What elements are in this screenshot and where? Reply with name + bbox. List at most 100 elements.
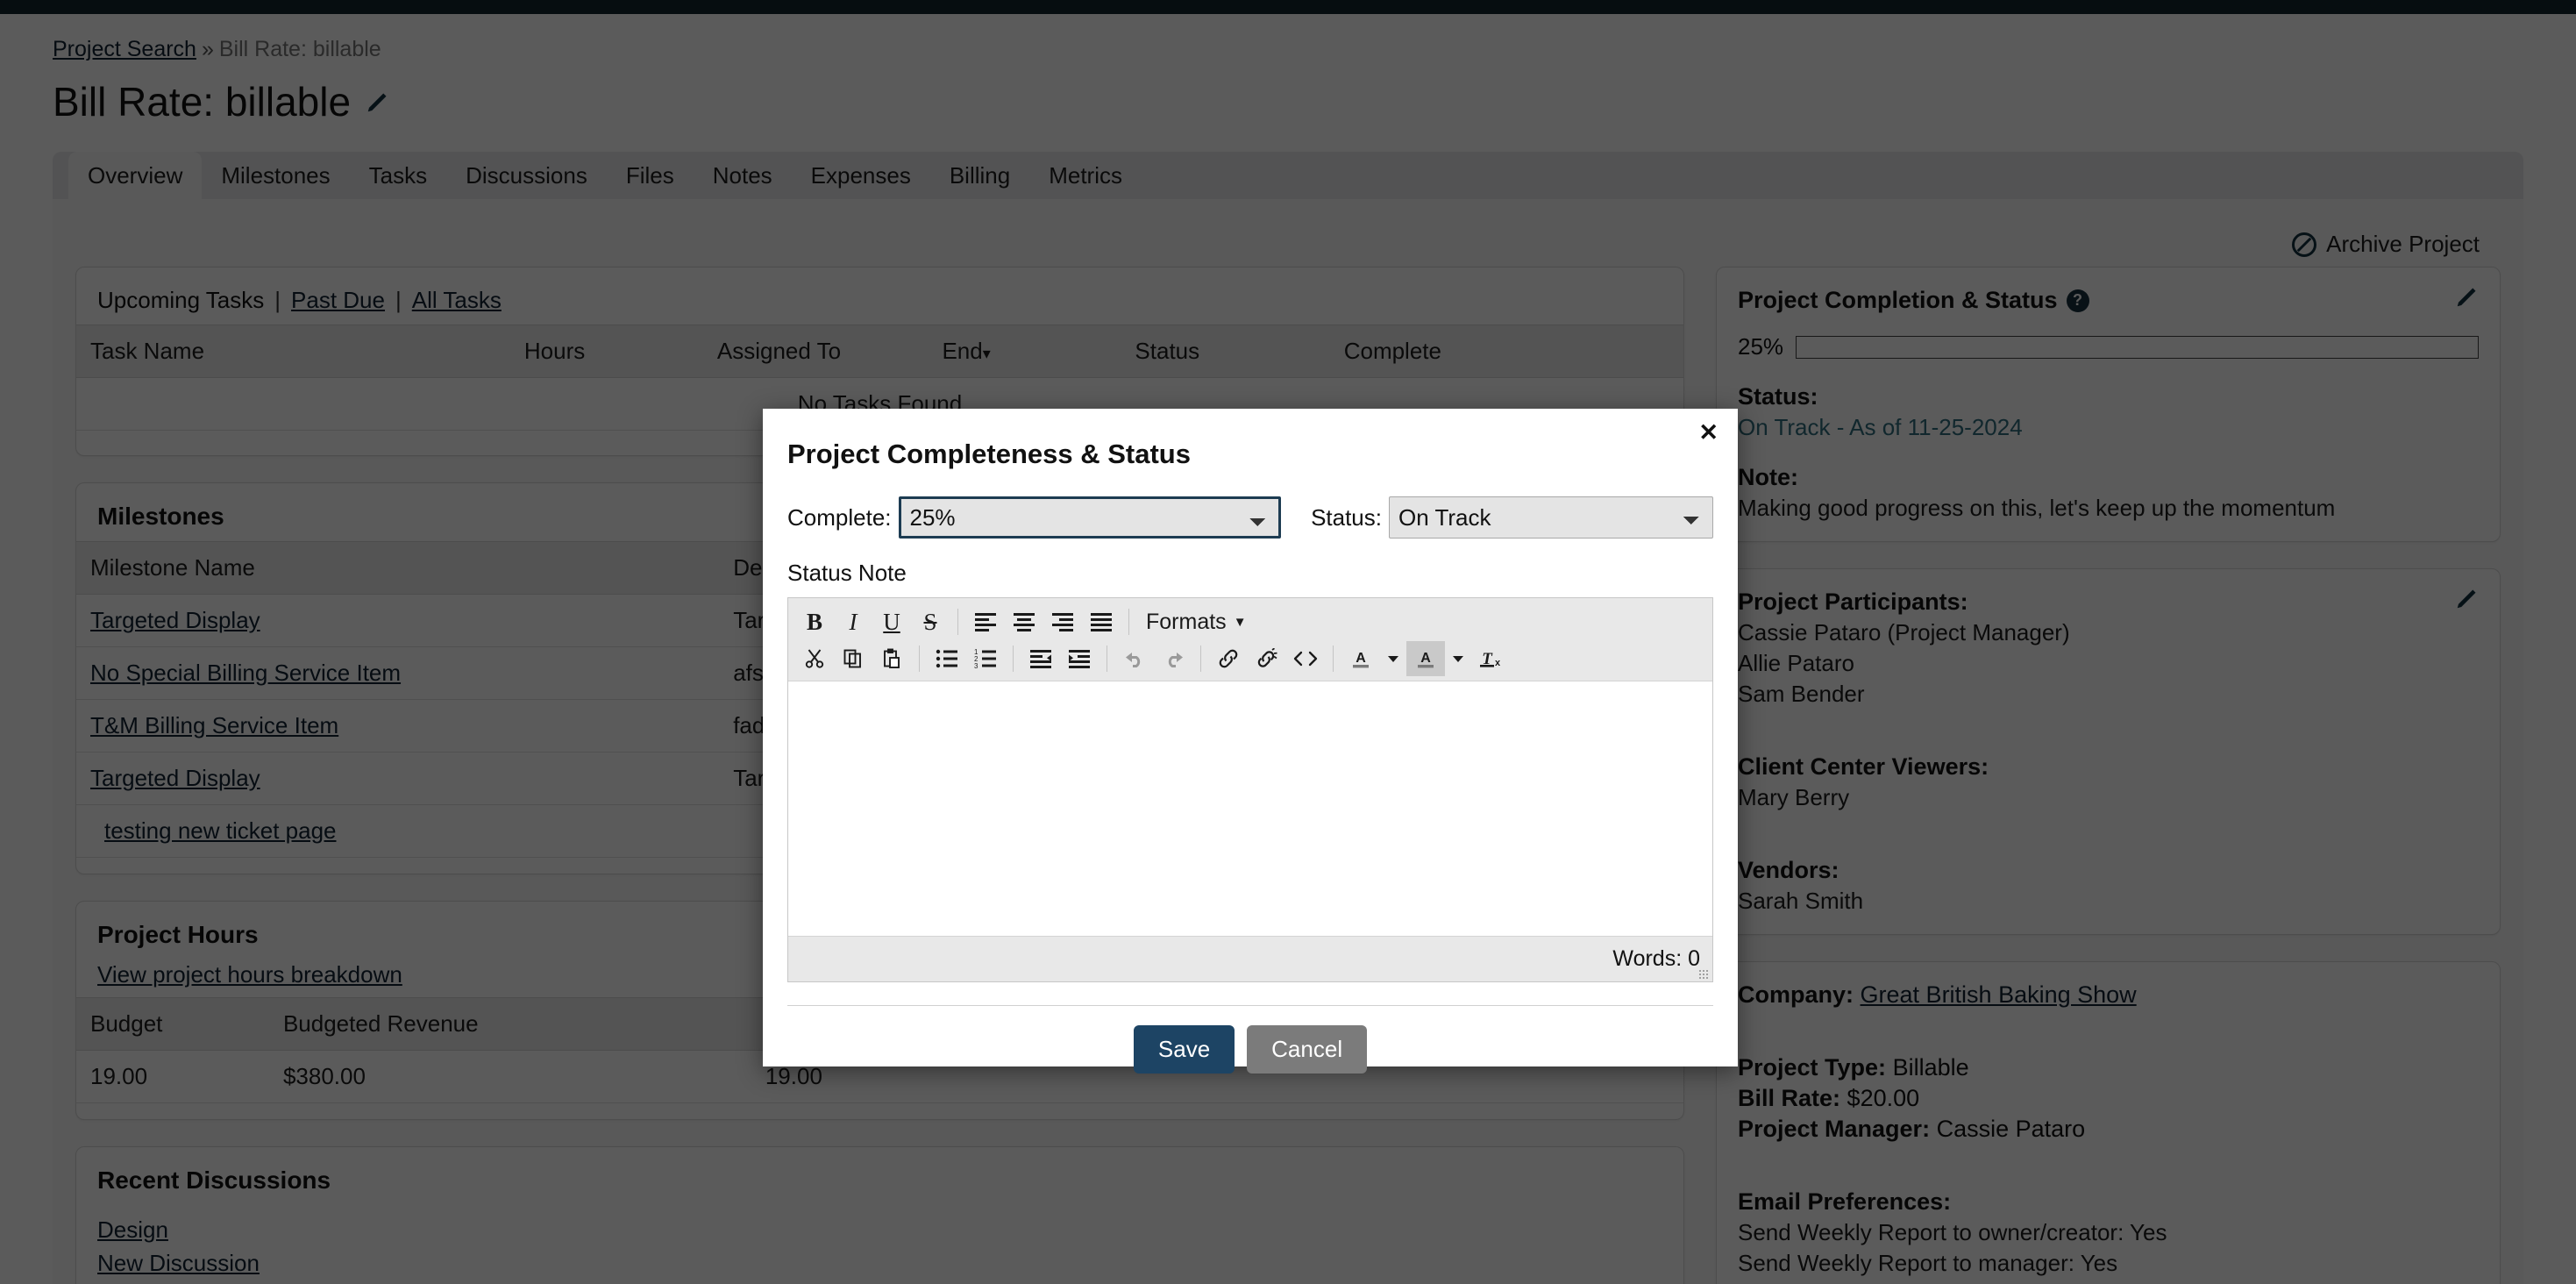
tab-notes-label: Notes [713, 162, 772, 189]
resize-handle[interactable] [1698, 969, 1709, 980]
col-hours[interactable]: Hours [510, 325, 703, 378]
remove-format-icon[interactable]: Tx [1471, 641, 1510, 676]
recent-discussions-heading: Recent Discussions [97, 1166, 1662, 1195]
breadcrumb-current: Bill Rate: billable [219, 37, 381, 61]
tab-tasks[interactable]: Tasks [350, 152, 446, 199]
indent-icon[interactable] [1060, 641, 1099, 676]
cut-icon[interactable] [795, 641, 834, 676]
background-color-icon[interactable]: A [1406, 641, 1445, 676]
participants-label: Project Participants: [1738, 588, 2479, 616]
progress-bar [1796, 336, 2479, 359]
background-color-dropdown-icon[interactable] [1445, 641, 1471, 676]
project-manager-label: Project Manager: [1738, 1116, 1930, 1142]
tab-files[interactable]: Files [607, 152, 694, 199]
completion-progress: 25% [1738, 333, 2479, 360]
text-color-icon[interactable]: A [1341, 641, 1380, 676]
page-title-text: Bill Rate: billable [53, 78, 351, 125]
email-pref-owner: Send Weekly Report to owner/creator: Yes [1738, 1219, 2479, 1246]
copy-icon[interactable] [834, 641, 872, 676]
unlink-icon[interactable] [1248, 641, 1286, 676]
link-all-tasks[interactable]: All Tasks [412, 287, 502, 314]
cancel-button[interactable]: Cancel [1247, 1025, 1367, 1074]
completion-panel-title: Project Completion & Status [1738, 287, 2058, 314]
milestone-link[interactable]: testing new ticket page [104, 817, 337, 844]
modal-field-row: Complete: 25% Status: On Track [787, 496, 1713, 539]
source-code-icon[interactable] [1286, 641, 1325, 676]
outdent-icon[interactable] [1021, 641, 1060, 676]
save-button[interactable]: Save [1134, 1025, 1235, 1074]
participant-item: Sam Bender [1738, 681, 2479, 708]
col-task-name[interactable]: Task Name [76, 325, 510, 378]
tab-metrics[interactable]: Metrics [1029, 152, 1142, 199]
tab-discussions-label: Discussions [466, 162, 587, 189]
col-end[interactable]: End▾ [928, 325, 1121, 378]
svg-text:3: 3 [974, 662, 978, 668]
sort-caret-down-icon: ▾ [983, 345, 991, 362]
bold-icon[interactable]: B [795, 604, 834, 639]
edit-participants-pencil-icon[interactable] [2454, 585, 2480, 611]
col-budget[interactable]: Budget [76, 998, 269, 1051]
project-hours-breakdown-link[interactable]: View project hours breakdown [97, 961, 402, 988]
discussion-link-design[interactable]: Design [97, 1216, 168, 1243]
link-past-due[interactable]: Past Due [291, 287, 385, 314]
italic-icon[interactable]: I [834, 604, 872, 639]
paste-icon[interactable] [872, 641, 911, 676]
word-count: Words: 0 [1612, 946, 1700, 972]
link-icon[interactable] [1209, 641, 1248, 676]
strikethrough-icon[interactable]: S [911, 604, 950, 639]
bullet-list-icon[interactable] [928, 641, 966, 676]
align-center-icon[interactable] [1005, 604, 1043, 639]
discussion-link-new-discussion[interactable]: New Discussion [97, 1250, 260, 1276]
col-budgeted-revenue[interactable]: Budgeted Revenue [269, 998, 751, 1051]
toolbar-divider [957, 609, 958, 635]
breadcrumb: Project Search»Bill Rate: billable [53, 14, 2523, 62]
tab-billing-label: Billing [950, 162, 1010, 189]
svg-text:x: x [1495, 658, 1501, 668]
formats-dropdown[interactable]: Formats ▼ [1137, 604, 1256, 639]
close-icon[interactable]: ✕ [1698, 421, 1719, 445]
project-type-row: Project Type: Billable [1738, 1054, 2479, 1081]
tab-metrics-label: Metrics [1049, 162, 1122, 189]
milestone-link[interactable]: Targeted Display [90, 607, 260, 633]
text-color-dropdown-icon[interactable] [1380, 641, 1406, 676]
milestone-link[interactable]: No Special Billing Service Item [90, 660, 401, 686]
numbered-list-icon[interactable]: 123 [966, 641, 1005, 676]
align-justify-icon[interactable] [1082, 604, 1121, 639]
tab-expenses[interactable]: Expenses [792, 152, 930, 199]
breadcrumb-project-search[interactable]: Project Search [53, 37, 196, 61]
tab-milestones[interactable]: Milestones [202, 152, 349, 199]
col-status[interactable]: Status [1121, 325, 1329, 378]
project-manager-value: Cassie Pataro [1937, 1116, 2086, 1142]
align-right-icon[interactable] [1043, 604, 1082, 639]
edit-completion-pencil-icon[interactable] [2454, 283, 2480, 310]
underline-icon[interactable]: U [872, 604, 911, 639]
edit-title-pencil-icon[interactable] [365, 89, 391, 115]
chevron-down-icon: ▼ [1234, 615, 1247, 630]
tab-expenses-label: Expenses [811, 162, 911, 189]
align-left-icon[interactable] [966, 604, 1005, 639]
col-milestone-name[interactable]: Milestone Name [76, 542, 719, 595]
tab-notes[interactable]: Notes [694, 152, 792, 199]
status-select[interactable]: On Track [1389, 496, 1713, 539]
milestone-name-cell: No Special Billing Service Item [76, 647, 719, 700]
help-icon[interactable]: ? [2067, 289, 2089, 312]
bill-rate-value: $20.00 [1847, 1085, 1920, 1111]
milestone-link[interactable]: T&M Billing Service Item [90, 712, 338, 738]
col-assigned-to[interactable]: Assigned To [703, 325, 929, 378]
milestone-link[interactable]: Targeted Display [90, 765, 260, 791]
tab-tasks-label: Tasks [369, 162, 427, 189]
col-complete[interactable]: Complete [1330, 325, 1683, 378]
complete-select[interactable]: 25% [899, 496, 1282, 539]
undo-icon[interactable] [1115, 641, 1154, 676]
note-value: Making good progress on this, let's keep… [1738, 495, 2479, 522]
company-link[interactable]: Great British Baking Show [1861, 981, 2137, 1008]
company-row: Company: Great British Baking Show [1738, 981, 2479, 1009]
project-type-value: Billable [1893, 1054, 1969, 1081]
tab-overview[interactable]: Overview [68, 152, 202, 199]
tab-billing[interactable]: Billing [930, 152, 1029, 199]
archive-project-button[interactable]: Archive Project [75, 218, 2501, 267]
status-note-label: Status Note [787, 560, 1713, 587]
redo-icon[interactable] [1154, 641, 1192, 676]
tab-discussions[interactable]: Discussions [446, 152, 607, 199]
editor-content-area[interactable] [788, 681, 1712, 936]
